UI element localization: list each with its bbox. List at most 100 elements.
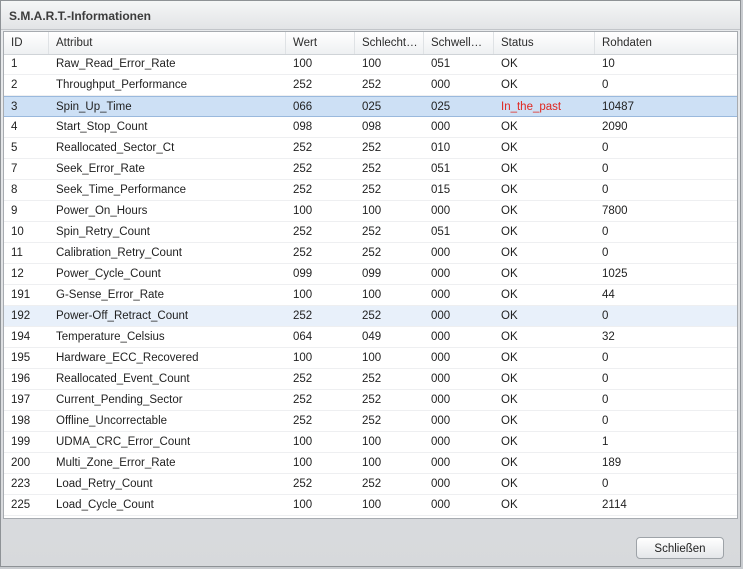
cell-id: 195 (11, 352, 31, 364)
table-row[interactable]: 194 Temperature_Celsius 064 049 000 OK 32 (4, 327, 737, 348)
cell-id: 2 (11, 79, 18, 91)
table-row[interactable]: 192 Power-Off_Retract_Count 252 252 000 OK 0 (4, 306, 737, 327)
cell-status: OK (501, 142, 518, 154)
cell-attribute: Calibration_Retry_Count (56, 247, 182, 259)
cell-raw-data: 1 (602, 436, 609, 448)
cell-status: OK (501, 79, 518, 91)
cell-value: 066 (293, 101, 313, 113)
cell-id: 10 (11, 226, 24, 238)
column-header-worst[interactable]: Schlecht… (355, 32, 424, 54)
cell-id: 223 (11, 478, 31, 490)
table-row[interactable]: 3 Spin_Up_Time 066 025 025 In_the_past 10487 (4, 96, 737, 117)
close-button[interactable]: Schließen (636, 537, 724, 559)
cell-attribute: Multi_Zone_Error_Rate (56, 457, 176, 469)
smart-info-dialog: S.M.A.R.T.-Informationen ID Attribut Wer… (0, 0, 741, 567)
cell-attribute: Spin_Up_Time (56, 101, 132, 113)
cell-attribute: G-Sense_Error_Rate (56, 289, 165, 301)
table-row[interactable]: 223 Load_Retry_Count 252 252 000 OK 0 (4, 474, 737, 495)
cell-id: 200 (11, 457, 31, 469)
table-row[interactable]: 196 Reallocated_Event_Count 252 252 000 OK 0 (4, 369, 737, 390)
column-header-attribute[interactable]: Attribut (49, 32, 286, 54)
cell-worst: 252 (362, 310, 382, 322)
table-row[interactable]: 9 Power_On_Hours 100 100 000 OK 7800 (4, 201, 737, 222)
cell-worst: 252 (362, 247, 382, 259)
dialog-titlebar[interactable]: S.M.A.R.T.-Informationen (1, 1, 740, 30)
cell-raw-data: 10 (602, 58, 615, 70)
smart-table: ID Attribut Wert Schlecht… Schwell… Stat… (3, 31, 738, 519)
cell-worst: 100 (362, 205, 382, 217)
table-row[interactable]: 4 Start_Stop_Count 098 098 000 OK 2090 (4, 117, 737, 138)
table-row[interactable]: 200 Multi_Zone_Error_Rate 100 100 000 OK 189 (4, 453, 737, 474)
cell-attribute: Load_Cycle_Count (56, 499, 154, 511)
cell-attribute: Offline_Uncorrectable (56, 415, 168, 427)
column-header-id[interactable]: ID (4, 32, 49, 54)
table-row[interactable]: 8 Seek_Time_Performance 252 252 015 OK 0 (4, 180, 737, 201)
cell-value: 100 (293, 205, 313, 217)
cell-value: 098 (293, 121, 313, 133)
cell-id: 3 (11, 101, 18, 113)
cell-id: 198 (11, 415, 31, 427)
cell-threshold: 000 (431, 499, 451, 511)
cell-threshold: 000 (431, 415, 451, 427)
table-row[interactable]: 7 Seek_Error_Rate 252 252 051 OK 0 (4, 159, 737, 180)
cell-status: OK (501, 478, 518, 490)
cell-worst: 252 (362, 142, 382, 154)
table-row[interactable]: 197 Current_Pending_Sector 252 252 000 OK 0 (4, 390, 737, 411)
cell-value: 252 (293, 163, 313, 175)
cell-id: 8 (11, 184, 18, 196)
column-header-value[interactable]: Wert (286, 32, 355, 54)
cell-id: 197 (11, 394, 31, 406)
column-header-raw-data[interactable]: Rohdaten (595, 32, 737, 54)
table-row[interactable]: 1 Raw_Read_Error_Rate 100 100 051 OK 10 (4, 54, 737, 75)
table-row[interactable]: 199 UDMA_CRC_Error_Count 100 100 000 OK 1 (4, 432, 737, 453)
cell-attribute: Reallocated_Sector_Ct (56, 142, 175, 154)
table-row[interactable]: 191 G-Sense_Error_Rate 100 100 000 OK 44 (4, 285, 737, 306)
cell-worst: 252 (362, 226, 382, 238)
column-header-status[interactable]: Status (494, 32, 595, 54)
table-row[interactable]: 195 Hardware_ECC_Recovered 100 100 000 OK 0 (4, 348, 737, 369)
cell-raw-data: 0 (602, 478, 609, 490)
cell-value: 252 (293, 478, 313, 490)
cell-status: OK (501, 415, 518, 427)
cell-raw-data: 0 (602, 163, 609, 175)
cell-status: OK (501, 373, 518, 385)
cell-worst: 252 (362, 373, 382, 385)
table-row[interactable]: 5 Reallocated_Sector_Ct 252 252 010 OK 0 (4, 138, 737, 159)
cell-raw-data: 7800 (602, 205, 628, 217)
cell-threshold: 025 (431, 101, 451, 113)
cell-threshold: 000 (431, 121, 451, 133)
cell-worst: 049 (362, 331, 382, 343)
cell-raw-data: 0 (602, 394, 609, 406)
cell-raw-data: 189 (602, 457, 622, 469)
cell-value: 252 (293, 226, 313, 238)
cell-id: 5 (11, 142, 18, 154)
table-row[interactable]: 12 Power_Cycle_Count 099 099 000 OK 1025 (4, 264, 737, 285)
cell-raw-data: 2114 (602, 499, 627, 511)
cell-value: 100 (293, 352, 313, 364)
cell-status: OK (501, 499, 518, 511)
cell-attribute: Power_On_Hours (56, 205, 148, 217)
cell-value: 252 (293, 142, 313, 154)
cell-threshold: 000 (431, 289, 451, 301)
cell-id: 196 (11, 373, 31, 385)
table-row[interactable]: 11 Calibration_Retry_Count 252 252 000 OK 0 (4, 243, 737, 264)
table-row[interactable]: 198 Offline_Uncorrectable 252 252 000 OK 0 (4, 411, 737, 432)
cell-raw-data: 1025 (602, 268, 628, 280)
cell-value: 100 (293, 499, 313, 511)
cell-id: 225 (11, 499, 31, 511)
cell-attribute: Temperature_Celsius (56, 331, 165, 343)
cell-raw-data: 0 (602, 310, 609, 322)
cell-status: OK (501, 289, 518, 301)
cell-attribute: UDMA_CRC_Error_Count (56, 436, 191, 448)
cell-attribute: Current_Pending_Sector (56, 394, 183, 406)
cell-attribute: Seek_Time_Performance (56, 184, 186, 196)
cell-id: 7 (11, 163, 18, 175)
table-row[interactable]: 10 Spin_Retry_Count 252 252 051 OK 0 (4, 222, 737, 243)
cell-id: 199 (11, 436, 31, 448)
table-row[interactable]: 225 Load_Cycle_Count 100 100 000 OK 2114 (4, 495, 737, 516)
cell-raw-data: 44 (602, 289, 615, 301)
table-row[interactable]: 2 Throughput_Performance 252 252 000 OK 0 (4, 75, 737, 96)
column-header-threshold[interactable]: Schwell… (424, 32, 494, 54)
cell-raw-data: 0 (602, 415, 609, 427)
cell-attribute: Seek_Error_Rate (56, 163, 145, 175)
